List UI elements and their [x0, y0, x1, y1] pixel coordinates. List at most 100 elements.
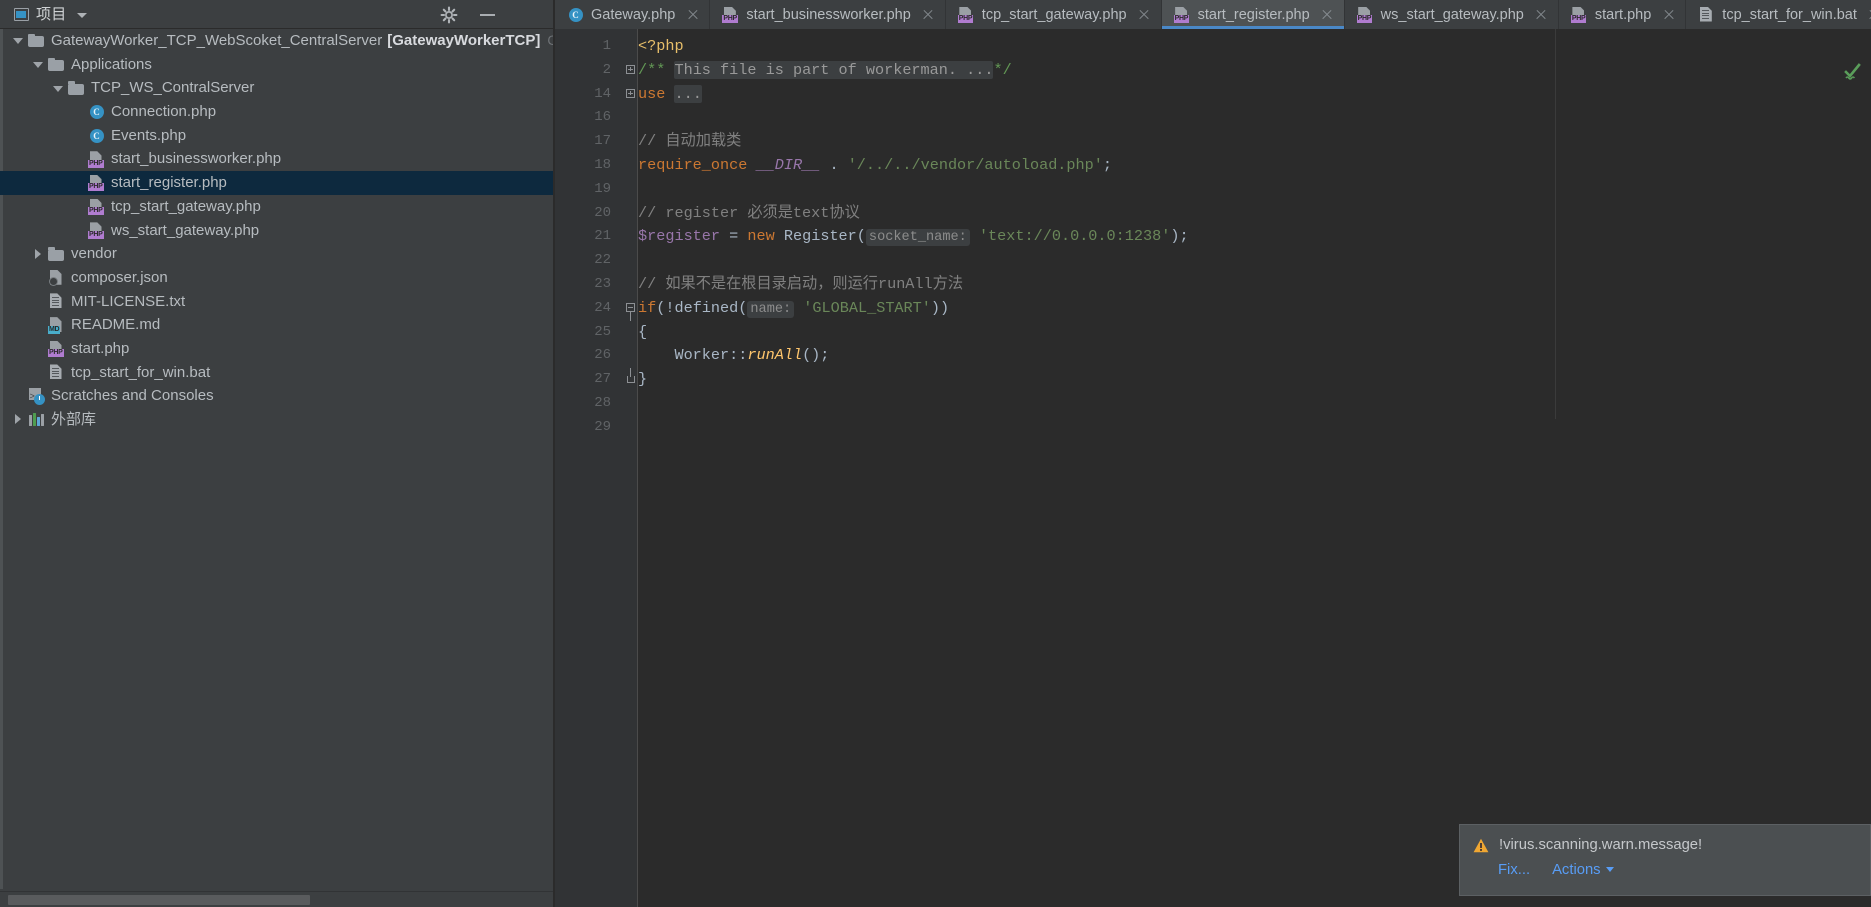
chevron-right-icon[interactable] — [12, 413, 25, 426]
code-editor[interactable]: 1 2 14 16 17 18 19 20 21 22 23 24 25 26 27 28 29 <?php/*… — [555, 29, 1871, 907]
tree-row-label: tcp_start_for_win.bat — [71, 363, 211, 381]
php-file-icon: PHP — [722, 6, 739, 23]
line-number: 17 — [594, 133, 611, 150]
code-line[interactable]: require_once __DIR__ . '/../../vendor/au… — [638, 154, 1112, 178]
code-line[interactable]: <?php — [638, 35, 684, 59]
bat-file-icon — [48, 364, 65, 381]
folder-icon — [48, 246, 65, 263]
php-class-icon: C — [567, 6, 584, 23]
fold-expand-icon[interactable] — [626, 59, 636, 83]
editor-tab[interactable]: PHP tcp_start_gateway.php — [945, 0, 1162, 29]
scrollbar-thumb[interactable] — [8, 895, 310, 905]
chevron-down-icon[interactable] — [52, 82, 65, 95]
code-line[interactable]: } — [638, 368, 647, 392]
editor-tab-bar[interactable]: C Gateway.php PHP start_businessworker.php P… — [555, 0, 1871, 29]
fix-link[interactable]: Fix... — [1498, 862, 1530, 878]
tab-label: start_register.php — [1197, 6, 1310, 23]
chevron-down-icon[interactable] — [77, 13, 88, 18]
tree-row-label: GatewayWorker_TCP_WebScoket_CentralServe… — [51, 32, 383, 49]
tree-row[interactable]: Scratches and Consoles — [0, 384, 554, 410]
project-panel: 项目 GatewayWorker_TCP_WebScoket_CentralSe… — [0, 0, 554, 907]
code-line[interactable]: Worker::runAll(); — [638, 344, 829, 368]
inspection-status-check-icon[interactable] — [1839, 61, 1865, 83]
tree-row[interactable]: composer.json — [0, 266, 554, 290]
line-number: 22 — [594, 252, 611, 269]
notification-balloon[interactable]: !virus.scanning.warn.message! Fix... Act… — [1459, 824, 1871, 896]
notification-message: !virus.scanning.warn.message! — [1499, 837, 1703, 853]
php-file-icon: PHP — [88, 151, 105, 168]
editor-tab[interactable]: PHP ws_start_gateway.php — [1344, 0, 1559, 29]
tree-row[interactable]: C Connection.php — [0, 100, 554, 124]
php-file-icon: PHP — [1356, 6, 1374, 23]
code-line[interactable]: use ... — [638, 83, 702, 107]
code-folding-strip[interactable] — [623, 29, 638, 907]
minimize-icon[interactable] — [480, 6, 496, 24]
close-icon[interactable] — [1662, 8, 1675, 21]
tree-row[interactable]: tcp_start_for_win.bat — [0, 361, 554, 385]
editor-tab[interactable]: PHP start_businessworker.php — [710, 0, 946, 29]
code-line[interactable]: $register = new Register(socket_name: 't… — [638, 225, 1189, 249]
chevron-down-icon[interactable] — [12, 34, 25, 47]
tree-row[interactable]: TCP_WS_ContralServer — [0, 76, 554, 100]
tree-row[interactable]: PHP start_businessworker.php — [0, 147, 554, 171]
line-number: 26 — [594, 347, 611, 364]
code-line[interactable]: // 如果不是在根目录启动，则运行runAll方法 — [638, 273, 963, 297]
tree-row[interactable]: vendor — [0, 242, 554, 266]
fold-region-end-icon[interactable] — [626, 368, 636, 392]
code-line[interactable]: if(!defined(name: 'GLOBAL_START')) — [638, 297, 949, 321]
tree-row[interactable]: GatewayWorker_TCP_WebScoket_CentralServe… — [0, 29, 554, 53]
project-tree[interactable]: GatewayWorker_TCP_WebScoket_CentralServe… — [0, 29, 554, 874]
code-text-area[interactable]: <?php/** This file is part of workerman.… — [638, 29, 1871, 907]
close-icon[interactable] — [1138, 8, 1151, 21]
tree-row[interactable]: 外部库 — [0, 408, 554, 432]
editor-tab[interactable]: C Gateway.php — [555, 0, 711, 29]
tree-row[interactable]: MIT-LICENSE.txt — [0, 290, 554, 314]
tree-row[interactable]: PHP ws_start_gateway.php — [0, 219, 554, 243]
code-line[interactable]: // register 必须是text协议 — [638, 202, 860, 226]
tree-row-label: start_businessworker.php — [111, 150, 282, 168]
editor-tab[interactable]: tcp_start_for_win.bat — [1686, 0, 1871, 29]
code-line[interactable]: /** This file is part of workerman. ...*… — [638, 59, 1012, 83]
code-line[interactable]: // 自动加载类 — [638, 130, 741, 154]
close-icon[interactable] — [922, 8, 935, 21]
close-icon[interactable] — [1321, 8, 1334, 21]
editor-tab[interactable]: PHP start.php — [1558, 0, 1687, 29]
php-file-icon: PHP — [957, 6, 975, 23]
tree-row[interactable]: C Events.php — [0, 124, 554, 148]
tree-row[interactable]: Applications — [0, 53, 554, 77]
line-number: 16 — [594, 109, 611, 126]
text-file-icon — [48, 293, 65, 310]
code-line[interactable]: { — [638, 321, 647, 345]
tree-row-label: vendor — [71, 245, 117, 263]
project-panel-title-group[interactable]: 项目 — [14, 4, 88, 25]
fold-expand-icon[interactable] — [626, 83, 636, 107]
php-file-icon: PHP — [1570, 6, 1588, 23]
chevron-right-icon[interactable] — [32, 248, 45, 261]
line-number: 23 — [594, 276, 611, 292]
tree-row[interactable]: MD README.md — [0, 313, 554, 337]
tree-row[interactable]: PHP tcp_start_gateway.php — [0, 195, 554, 219]
project-panel-hscrollbar[interactable] — [0, 891, 554, 907]
tree-row[interactable]: PHP start_register.php — [0, 171, 554, 195]
bat-file-icon — [1698, 6, 1715, 23]
gear-icon[interactable] — [440, 6, 458, 24]
actions-dropdown[interactable]: Actions — [1552, 861, 1614, 879]
fold-collapse-icon[interactable] — [626, 297, 636, 321]
line-number: 18 — [594, 157, 611, 173]
tree-row[interactable]: PHP start.php — [0, 337, 554, 361]
panel-button-group — [440, 0, 496, 29]
close-icon[interactable] — [686, 8, 699, 21]
ide-window: 项目 GatewayWorker_TCP_WebScoket_CentralSe… — [0, 0, 1871, 907]
editor-tab[interactable]: PHP start_register.php — [1161, 0, 1345, 29]
chevron-down-icon[interactable] — [32, 58, 45, 71]
close-icon[interactable] — [1535, 8, 1548, 21]
